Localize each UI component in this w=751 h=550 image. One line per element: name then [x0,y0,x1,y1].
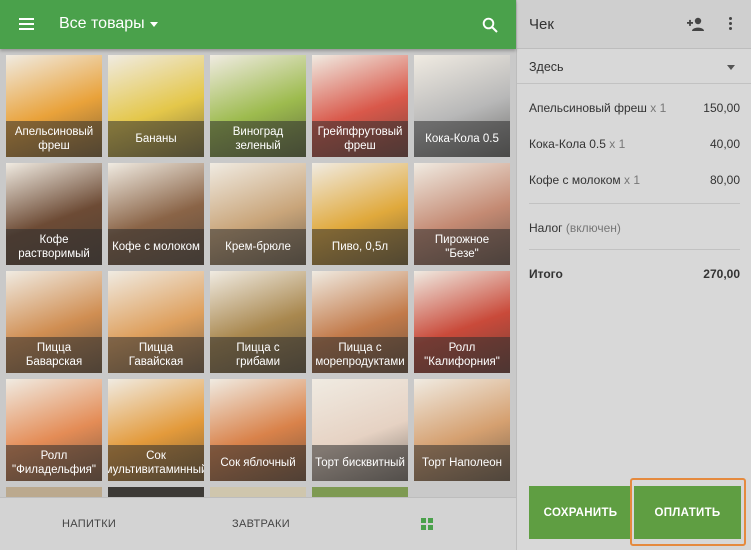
product-tile-partial[interactable] [108,487,204,497]
product-tile[interactable]: Пицца с морепродуктами [312,271,408,373]
product-tile[interactable]: Торт бисквитный [312,379,408,481]
tax-label: Налог [529,221,563,235]
product-label: Виноград зеленый [210,121,306,157]
product-tile[interactable]: Кока-Кола 0.5 [414,55,510,157]
divider [529,249,740,250]
product-tile[interactable]: Кофе растворимый [6,163,102,265]
search-icon[interactable] [482,17,498,33]
more-options-icon[interactable] [729,17,733,31]
product-tile[interactable]: Бананы [108,55,204,157]
product-tile[interactable]: Крем-брюле [210,163,306,265]
receipt-pane: Чек Здесь Апельсиновый фреш x 1 150,00 К… [516,0,751,550]
item-price: 150,00 [703,101,740,115]
bottom-navigation: НАПИТКИ ЗАВТРАКИ [0,497,516,550]
category-selector[interactable]: Все товары [59,15,145,33]
add-customer-icon[interactable] [687,17,705,31]
product-tile[interactable]: Грейпфрутовый фреш [312,55,408,157]
tab-breakfasts[interactable]: ЗАВТРАКИ [232,518,290,530]
item-name: Апельсиновый фреш [529,101,647,115]
hamburger-menu-icon[interactable] [19,18,34,30]
product-label: Ролл "Филадельфия" [6,445,102,481]
tax-note: (включен) [565,221,621,235]
product-tile-partial[interactable] [210,487,306,497]
divider [517,83,751,84]
product-label: Бананы [108,121,204,157]
product-tile[interactable]: Ролл "Калифорния" [414,271,510,373]
product-tile[interactable]: Торт Наполеон [414,379,510,481]
product-tile[interactable]: Виноград зеленый [210,55,306,157]
product-label: Крем-брюле [210,229,306,265]
product-tile[interactable]: Пирожное "Безе" [414,163,510,265]
product-label: Пицца Баварская [6,337,102,373]
product-tile[interactable]: Апельсиновый фреш [6,55,102,157]
item-name: Кофе с молоком [529,173,621,187]
product-tile-partial[interactable] [6,487,102,497]
product-label: Кока-Кола 0.5 [414,121,510,157]
product-label: Пицца Гавайская [108,337,204,373]
chevron-down-icon[interactable] [727,65,735,70]
product-tile[interactable]: Сок яблочный [210,379,306,481]
pay-button[interactable]: ОПЛАТИТЬ [634,486,741,539]
item-quantity: x 1 [624,173,641,187]
item-price: 40,00 [709,137,740,151]
receipt-line-item[interactable]: Кока-Кола 0.5 x 1 40,00 [529,137,740,151]
total-row: Итого 270,00 [529,267,740,281]
product-label: Торт бисквитный [312,445,408,481]
order-location-select[interactable]: Здесь [529,60,564,74]
item-name: Кока-Кола 0.5 [529,137,606,151]
product-label: Кофе растворимый [6,229,102,265]
receipt-line-item[interactable]: Кофе с молоком x 1 80,00 [529,173,740,187]
item-quantity: x 1 [609,137,626,151]
product-tile[interactable]: Пицца Баварская [6,271,102,373]
tab-drinks[interactable]: НАПИТКИ [62,518,116,530]
product-tile[interactable]: Пицца Гавайская [108,271,204,373]
product-tile[interactable]: Сок мультивитаминный [108,379,204,481]
tax-row: Налог (включен) [529,221,621,235]
product-label: Кофе с молоком [108,229,204,265]
product-label: Пиво, 0,5л [312,229,408,265]
receipt-header: Чек [517,0,751,49]
item-price: 80,00 [709,173,740,187]
product-tile[interactable]: Пиво, 0,5л [312,163,408,265]
product-label: Ролл "Калифорния" [414,337,510,373]
product-tile[interactable]: Пицца с грибами [210,271,306,373]
product-grid: Апельсиновый фреш Бананы Виноград зелены… [0,49,516,497]
grid-view-icon[interactable] [421,518,433,530]
save-button[interactable]: СОХРАНИТЬ [529,486,632,539]
product-label: Сок мультивитаминный [108,445,204,481]
receipt-title: Чек [529,16,554,33]
product-tile-partial[interactable] [312,487,408,497]
product-tile[interactable]: Ролл "Филадельфия" [6,379,102,481]
product-label: Сок яблочный [210,445,306,481]
top-app-bar: Все товары [0,0,516,49]
product-pane: Все товары Апельсиновый фреш Бананы Вино… [0,0,516,550]
dropdown-arrow-icon[interactable] [150,22,158,27]
item-quantity: x 1 [650,101,667,115]
product-tile[interactable]: Кофе с молоком [108,163,204,265]
product-label: Пицца с морепродуктами [312,337,408,373]
total-amount: 270,00 [703,267,740,281]
product-label: Грейпфрутовый фреш [312,121,408,157]
product-label: Пирожное "Безе" [414,229,510,265]
divider [529,203,740,204]
receipt-line-item[interactable]: Апельсиновый фреш x 1 150,00 [529,101,740,115]
product-label: Апельсиновый фреш [6,121,102,157]
product-label: Торт Наполеон [414,445,510,481]
total-label: Итого [529,267,563,281]
product-label: Пицца с грибами [210,337,306,373]
